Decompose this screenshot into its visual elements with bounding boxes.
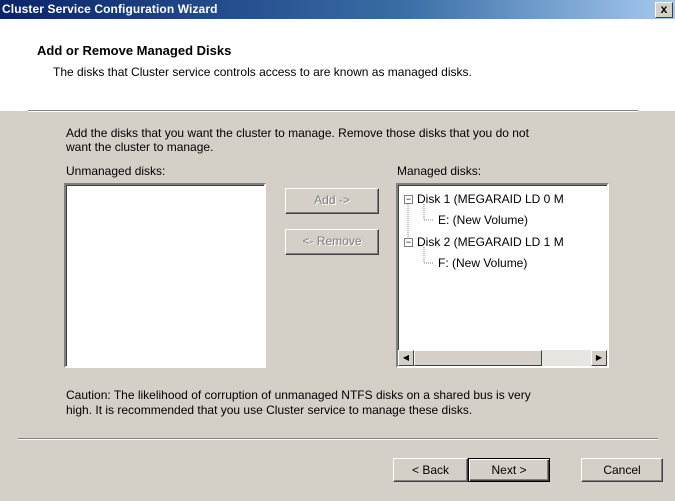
title-bar: Cluster Service Configuration Wizard x [0, 0, 675, 19]
header-divider [28, 110, 638, 112]
back-button[interactable]: < Back [393, 458, 468, 482]
caution-line-1: Caution: The likelihood of corruption of… [66, 388, 531, 402]
horizontal-scrollbar[interactable]: ◀ ▶ [398, 350, 607, 366]
instruction-line-1: Add the disks that you want the cluster … [66, 126, 529, 140]
disk-1-expander-icon[interactable]: − [404, 195, 413, 204]
instruction-line-2: want the cluster to manage. [66, 140, 214, 154]
scroll-right-icon[interactable]: ▶ [591, 350, 607, 366]
footer-divider [18, 438, 658, 440]
add-button[interactable]: Add -> [285, 188, 379, 214]
managed-disks-label: Managed disks: [397, 164, 482, 178]
page-subtitle: The disks that Cluster service controls … [53, 65, 472, 79]
tree-item-volume-f[interactable]: F: (New Volume) [438, 256, 527, 270]
page-title: Add or Remove Managed Disks [37, 43, 232, 58]
scroll-thumb[interactable] [414, 350, 542, 366]
next-button[interactable]: Next > [468, 458, 550, 482]
close-button[interactable]: x [655, 2, 673, 18]
tree-item-disk-1[interactable]: Disk 1 (MEGARAID LD 0 M [417, 192, 564, 206]
unmanaged-disks-list[interactable] [64, 183, 266, 368]
caution-line-2: high. It is recommended that you use Clu… [66, 403, 473, 417]
unmanaged-disks-label: Unmanaged disks: [66, 164, 166, 178]
window-title: Cluster Service Configuration Wizard [2, 2, 218, 16]
disk-2-expander-icon[interactable]: − [404, 238, 413, 247]
remove-button[interactable]: <- Remove [285, 229, 379, 255]
tree-item-disk-2[interactable]: Disk 2 (MEGARAID LD 1 M [417, 235, 564, 249]
managed-disks-tree[interactable]: − Disk 1 (MEGARAID LD 0 M E: (New Volume… [396, 183, 609, 368]
tree-item-volume-e[interactable]: E: (New Volume) [438, 213, 528, 227]
cancel-button[interactable]: Cancel [581, 458, 663, 482]
scroll-left-icon[interactable]: ◀ [398, 350, 414, 366]
wizard-header: Add or Remove Managed Disks The disks th… [0, 19, 675, 111]
